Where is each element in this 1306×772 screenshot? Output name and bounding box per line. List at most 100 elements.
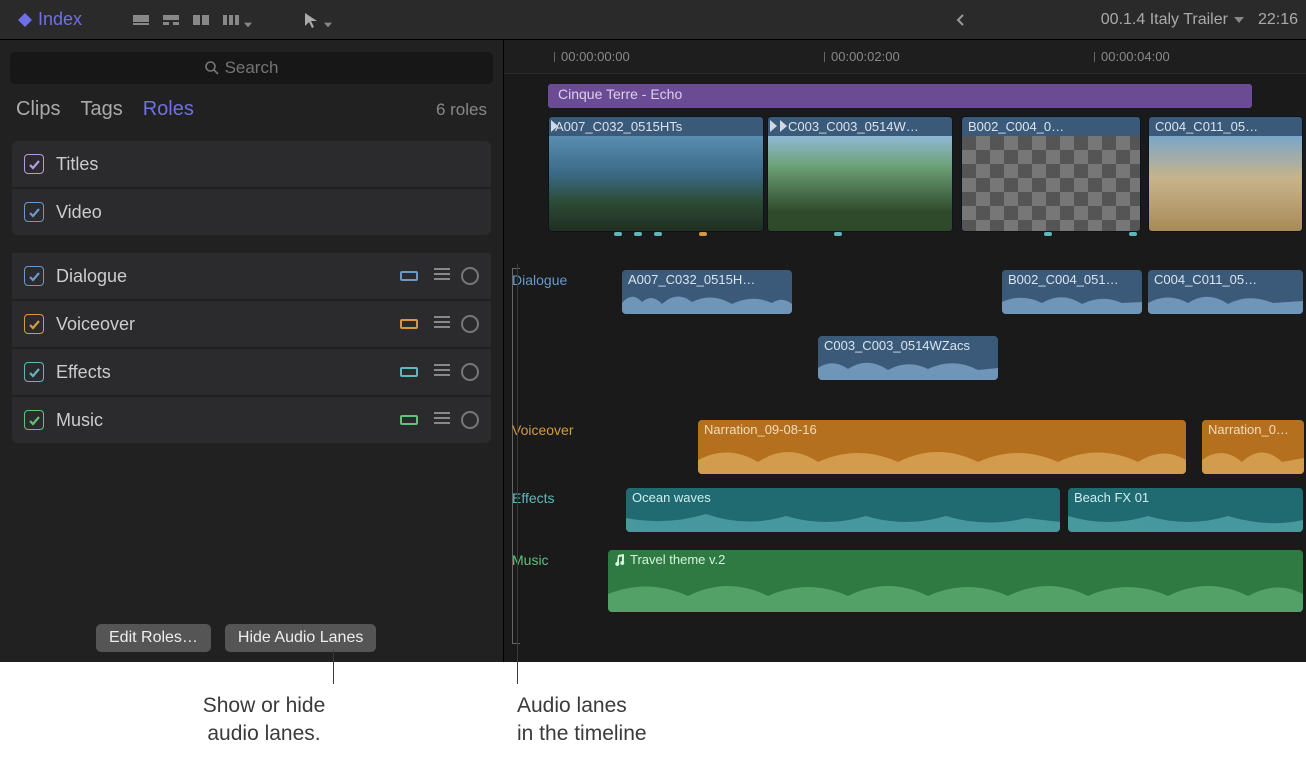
role-label: Effects [56,362,111,383]
timeline[interactable]: 00:00:00:00 00:00:02:00 00:00:04:00 Cinq… [504,40,1306,662]
compound-clip-title[interactable]: Cinque Terre - Echo [548,84,1252,108]
lane-effects: Effects Ocean waves Beach FX 01 [504,484,1306,540]
video-track: A007_C032_0515HTs C003_C003_0514W… B002_… [504,116,1306,232]
ruler-tick: 00:00:04:00 [1094,49,1170,64]
tab-roles[interactable]: Roles [143,98,194,121]
clip-label: C004_C011_05… [1155,119,1258,134]
clip-label: A007_C032_0515H… [628,272,755,287]
project-title: 00.1.4 Italy Trailer [1101,11,1228,29]
audio-clip[interactable]: Beach FX 01 [1068,488,1303,532]
hide-audio-lanes-button[interactable]: Hide Audio Lanes [225,624,376,652]
video-clip[interactable]: A007_C032_0515HTs [548,116,764,232]
video-clip[interactable]: B002_C004_0… [961,116,1141,232]
checkbox-icon[interactable] [24,314,44,334]
project-title-dropdown[interactable]: 00.1.4 Italy Trailer [1101,11,1244,29]
subroles-icon[interactable] [433,361,451,384]
lane-label: Dialogue [512,272,567,288]
clip-label: Beach FX 01 [1074,490,1149,505]
toolbar: Index 00.1.4 Italy Trailer 22:16 [0,0,1306,40]
audio-clip[interactable]: Ocean waves [626,488,1060,532]
timeline-ruler[interactable]: 00:00:00:00 00:00:02:00 00:00:04:00 [504,40,1306,74]
appearance-dropdown[interactable] [222,11,252,29]
audio-clip[interactable]: B002_C004_051… [1002,270,1142,314]
clip-label: A007_C032_0515HTs [555,119,682,134]
clip-label: Ocean waves [632,490,711,505]
chevron-left-icon[interactable] [955,14,967,26]
callout-line [333,650,334,684]
roles-list: Titles Video Dialogue [0,135,503,614]
toolbar-view-icons [132,11,252,29]
focus-icon[interactable] [461,267,479,285]
role-music[interactable]: Music [12,397,491,443]
ruler-tick: 00:00:02:00 [824,49,900,64]
role-voiceover[interactable]: Voiceover [12,301,491,347]
role-label: Video [56,202,102,223]
role-label: Titles [56,154,98,175]
role-label: Voiceover [56,314,135,335]
lane-voiceover: Voiceover Narration_09-08-16 Narration_0… [504,416,1306,478]
role-video[interactable]: Video [12,189,491,235]
project-duration: 22:16 [1258,11,1298,29]
toolbar-tool-select[interactable] [302,11,332,29]
index-tabs: Clips Tags Roles 6 roles [0,92,503,135]
clip-label: B002_C004_051… [1008,272,1119,287]
audio-clip[interactable]: C004_C011_05… [1148,270,1303,314]
lane-toggle-icon[interactable] [395,362,423,382]
lane-toggle-icon[interactable] [395,410,423,430]
ruler-tick: 00:00:00:00 [554,49,630,64]
edit-roles-button[interactable]: Edit Roles… [96,624,211,652]
checkbox-icon[interactable] [24,362,44,382]
appearance-icon-2[interactable] [162,11,180,29]
audio-clip[interactable]: A007_C032_0515H… [622,270,792,314]
audio-clip[interactable]: Narration_09-08-16 [698,420,1186,474]
search-input[interactable] [10,52,493,84]
role-label: Music [56,410,103,431]
role-dialogue[interactable]: Dialogue [12,253,491,299]
lane-toggle-icon[interactable] [395,314,423,334]
role-effects[interactable]: Effects [12,349,491,395]
clip-label: Travel theme v.2 [630,552,725,567]
lane-dialogue: Dialogue A007_C032_0515H… C003_C003_0514… [504,266,1306,382]
lane-music: Music Travel theme v.2 [504,546,1306,618]
sidebar-footer: Edit Roles… Hide Audio Lanes [0,614,503,662]
clip-label: C003_C003_0514W… [774,119,919,134]
subroles-icon[interactable] [433,265,451,288]
audio-clip[interactable]: Travel theme v.2 [608,550,1303,612]
focus-icon[interactable] [461,315,479,333]
checkbox-icon[interactable] [24,202,44,222]
video-clip[interactable]: C003_C003_0514W… [767,116,953,232]
audio-clip[interactable]: Narration_0… [1202,420,1304,474]
callout-line [517,264,518,684]
role-titles[interactable]: Titles [12,141,491,187]
clip-label: Narration_09-08-16 [704,422,817,437]
video-clip[interactable]: C004_C011_05… [1148,116,1303,232]
callout-right: Audio lanes in the timeline [517,692,647,749]
checkbox-icon[interactable] [24,154,44,174]
diamond-icon [18,13,32,27]
callouts: Show or hide audio lanes. Audio lanes in… [0,662,1306,772]
chevron-down-icon [244,21,252,29]
tab-tags[interactable]: Tags [80,98,122,121]
role-label: Dialogue [56,266,127,287]
appearance-icon-3[interactable] [192,11,210,29]
role-count: 6 roles [436,100,487,120]
focus-icon[interactable] [461,411,479,429]
checkbox-icon[interactable] [24,266,44,286]
focus-icon[interactable] [461,363,479,381]
clip-label: B002_C004_0… [968,119,1064,134]
appearance-icon-1[interactable] [132,11,150,29]
lane-label: Effects [512,490,555,506]
checkbox-icon[interactable] [24,410,44,430]
clip-label: C004_C011_05… [1154,272,1257,287]
subroles-icon[interactable] [433,313,451,336]
index-sidebar: Clips Tags Roles 6 roles Titles Video Di… [0,40,504,662]
clip-label: C003_C003_0514WZacs [824,338,970,353]
audio-clip[interactable]: C003_C003_0514WZacs [818,336,998,380]
index-button[interactable]: Index [8,5,92,34]
music-note-icon [614,554,626,566]
lane-toggle-icon[interactable] [395,266,423,286]
chevron-down-icon [324,21,332,29]
subroles-icon[interactable] [433,409,451,432]
tab-clips[interactable]: Clips [16,98,60,121]
index-label: Index [38,9,82,30]
